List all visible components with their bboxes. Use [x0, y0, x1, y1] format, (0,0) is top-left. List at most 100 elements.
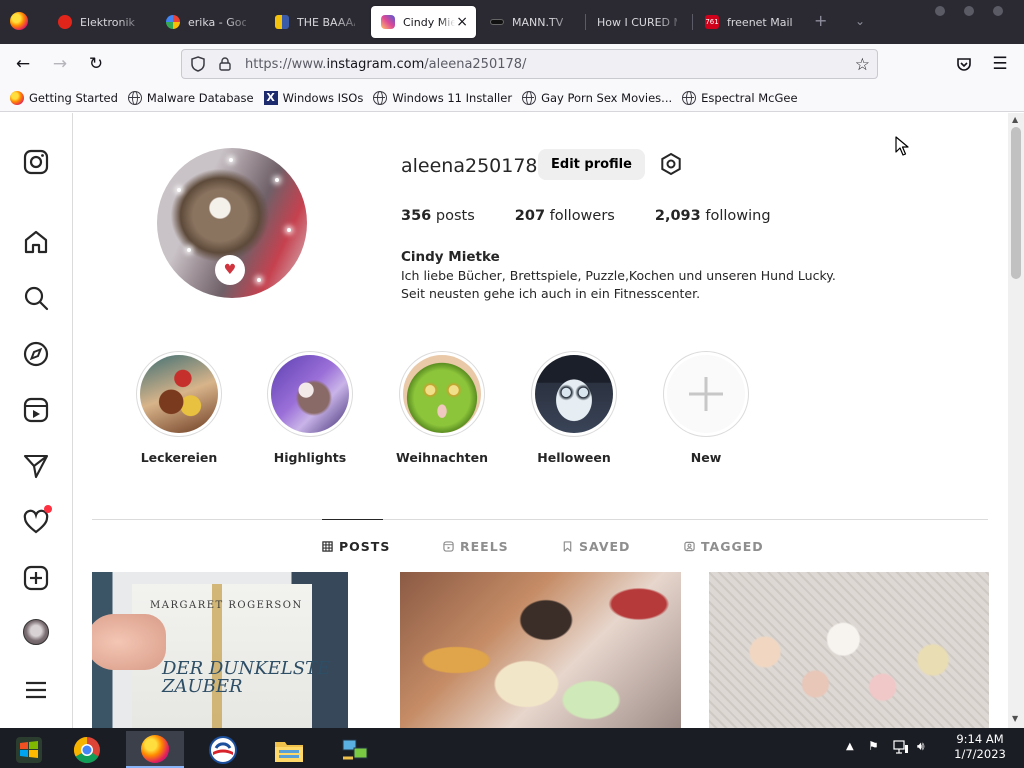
taskbar-network-app[interactable] [326, 731, 384, 768]
instagram-sidebar [0, 113, 73, 728]
scroll-up-arrow-icon[interactable]: ▲ [1012, 115, 1018, 124]
settings-gear-icon[interactable] [659, 152, 683, 176]
profile-avatar[interactable]: ♥ [157, 148, 307, 298]
home-icon[interactable] [22, 228, 50, 256]
volume-speaker-icon[interactable]: 🔊︎ [917, 739, 925, 754]
address-bar[interactable]: https://www.instagram.com/aleena250178/ … [181, 49, 878, 79]
create-plus-icon[interactable] [22, 564, 50, 592]
bookmark-windows-isos[interactable]: X Windows ISOs [263, 90, 363, 105]
tab-posts[interactable]: POSTS [322, 539, 390, 554]
followers-stat[interactable]: 207 followers [515, 208, 615, 224]
notifications-heart-icon[interactable] [22, 505, 52, 536]
highlight-cover-image [271, 355, 349, 433]
tab-favicon-icon [275, 15, 289, 29]
posts-stat[interactable]: 356 posts [401, 208, 475, 224]
forward-arrow-icon[interactable]: → [49, 53, 71, 75]
start-button[interactable] [0, 731, 58, 768]
following-stat[interactable]: 2,093 following [655, 208, 771, 224]
browser-tab-cured[interactable]: How I CURED M [587, 6, 687, 38]
close-tab-icon[interactable]: × [456, 15, 468, 29]
reels-icon [443, 541, 454, 552]
firefox-menu-icon[interactable] [10, 12, 28, 30]
action-center-flag-icon[interactable]: ⚑ [868, 739, 879, 753]
sparkle [229, 158, 233, 162]
notification-dot [44, 505, 52, 513]
show-hidden-icons-chevron-icon[interactable]: ▲ [846, 741, 854, 752]
windows-taskbar: ▲ ⚑ 🔊︎ 9:14 AM 1/7/2023 [0, 728, 1024, 768]
browser-tab-freenet[interactable]: 761 freenet Mail [695, 6, 805, 38]
app-menu-hamburger-icon[interactable]: ☰ [989, 53, 1011, 75]
bookmark-gay-porn-sex-movies[interactable]: Gay Porn Sex Movies... [522, 90, 672, 105]
tab-reels[interactable]: REELS [443, 539, 509, 554]
bookmark-malware-database[interactable]: Malware Database [127, 90, 254, 105]
instagram-favicon-icon [381, 15, 395, 29]
bookmark-windows-11-installer[interactable]: Windows 11 Installer [373, 90, 512, 105]
browser-tab-baaa[interactable]: THE BAAAA [265, 6, 365, 38]
network-icon[interactable] [893, 740, 909, 754]
highlight-highlights[interactable]: Highlights [264, 351, 356, 465]
browser-tab-manntv[interactable]: MANN.TV [480, 6, 580, 38]
taskbar-firefox[interactable] [126, 731, 184, 768]
tracking-shield-icon[interactable] [191, 56, 205, 72]
highlight-label: New [690, 450, 722, 465]
browser-tab-google[interactable]: erika - Goog [156, 6, 256, 38]
highlight-label: Leckereien [140, 450, 218, 465]
globe-icon [522, 90, 537, 105]
taskbar-clock[interactable]: 9:14 AM 1/7/2023 [950, 732, 1010, 762]
highlight-helloween[interactable]: Helloween [528, 351, 620, 465]
obama-logo-icon [209, 735, 237, 764]
browser-tab-elektronik[interactable]: Elektronik [48, 6, 148, 38]
scrollbar-thumb[interactable] [1011, 127, 1021, 279]
pocket-icon[interactable] [956, 56, 972, 72]
page-scrollbar[interactable]: ▲ ▼ [1008, 113, 1024, 728]
sparkle [177, 188, 181, 192]
edit-profile-button[interactable]: Edit profile [538, 149, 645, 180]
taskbar-file-explorer[interactable] [260, 731, 318, 768]
window-close-button[interactable] [993, 6, 1003, 16]
new-tab-button[interactable]: + [814, 12, 827, 30]
post-thumbnail-food-table[interactable] [400, 572, 681, 728]
sparkle [287, 228, 291, 232]
window-minimize-button[interactable] [935, 6, 945, 16]
post-thumbnail-paper-flowers[interactable] [709, 572, 989, 728]
sparkle [257, 278, 261, 282]
bookmark-icon [563, 541, 572, 552]
tab-saved[interactable]: SAVED [562, 539, 630, 554]
taskbar-chrome[interactable] [58, 731, 116, 768]
search-icon[interactable] [22, 284, 50, 312]
highlight-weihnachten[interactable]: Weihnachten [396, 351, 488, 465]
explore-compass-icon[interactable] [22, 340, 50, 368]
tab-tagged[interactable]: TAGGED [684, 539, 764, 554]
browser-tab-strip: Elektronik erika - Goog THE BAAAA Cindy … [0, 0, 1024, 44]
hand-image [92, 614, 166, 670]
back-arrow-icon[interactable]: ← [12, 53, 34, 75]
more-hamburger-icon[interactable] [22, 676, 50, 704]
messages-send-icon[interactable] [22, 452, 50, 480]
post-thumbnail-book[interactable]: MARGARET ROGERSON DER DUNKELSTE ZAUBER [92, 572, 348, 728]
scroll-down-arrow-icon[interactable]: ▼ [1012, 714, 1018, 723]
bookmarks-toolbar: Getting Started Malware Database X Windo… [0, 84, 1024, 112]
highlight-new[interactable]: New [660, 351, 752, 465]
bookmark-espectral-mcgee[interactable]: Espectral McGee [682, 90, 798, 105]
reels-icon[interactable] [22, 396, 50, 424]
highlight-leckereien[interactable]: Leckereien [133, 351, 225, 465]
bookmark-getting-started[interactable]: Getting Started [10, 90, 118, 105]
profile-full-name: Cindy Mietke [401, 249, 500, 265]
globe-icon [127, 90, 142, 105]
google-icon [166, 15, 180, 29]
sparkle [187, 248, 191, 252]
book-cover-author: MARGARET ROGERSON [150, 600, 303, 611]
lock-icon[interactable] [219, 57, 231, 71]
instagram-logo-icon[interactable] [22, 148, 50, 176]
reload-icon[interactable]: ↻ [85, 53, 107, 75]
highlight-ring [531, 351, 617, 437]
profile-avatar-small[interactable] [23, 619, 49, 645]
window-maximize-button[interactable] [964, 6, 974, 16]
browser-tab-instagram[interactable]: Cindy Mie × [371, 6, 476, 38]
url-text[interactable]: https://www.instagram.com/aleena250178/ [245, 57, 526, 72]
bookmark-star-icon[interactable]: ☆ [855, 55, 870, 75]
profile-stats: 356 posts 207 followers 2,093 following [401, 208, 771, 224]
list-tabs-chevron-down-icon[interactable]: ⌄ [855, 12, 865, 30]
taskbar-obama-app[interactable] [194, 731, 252, 768]
active-tab-indicator [322, 519, 383, 520]
